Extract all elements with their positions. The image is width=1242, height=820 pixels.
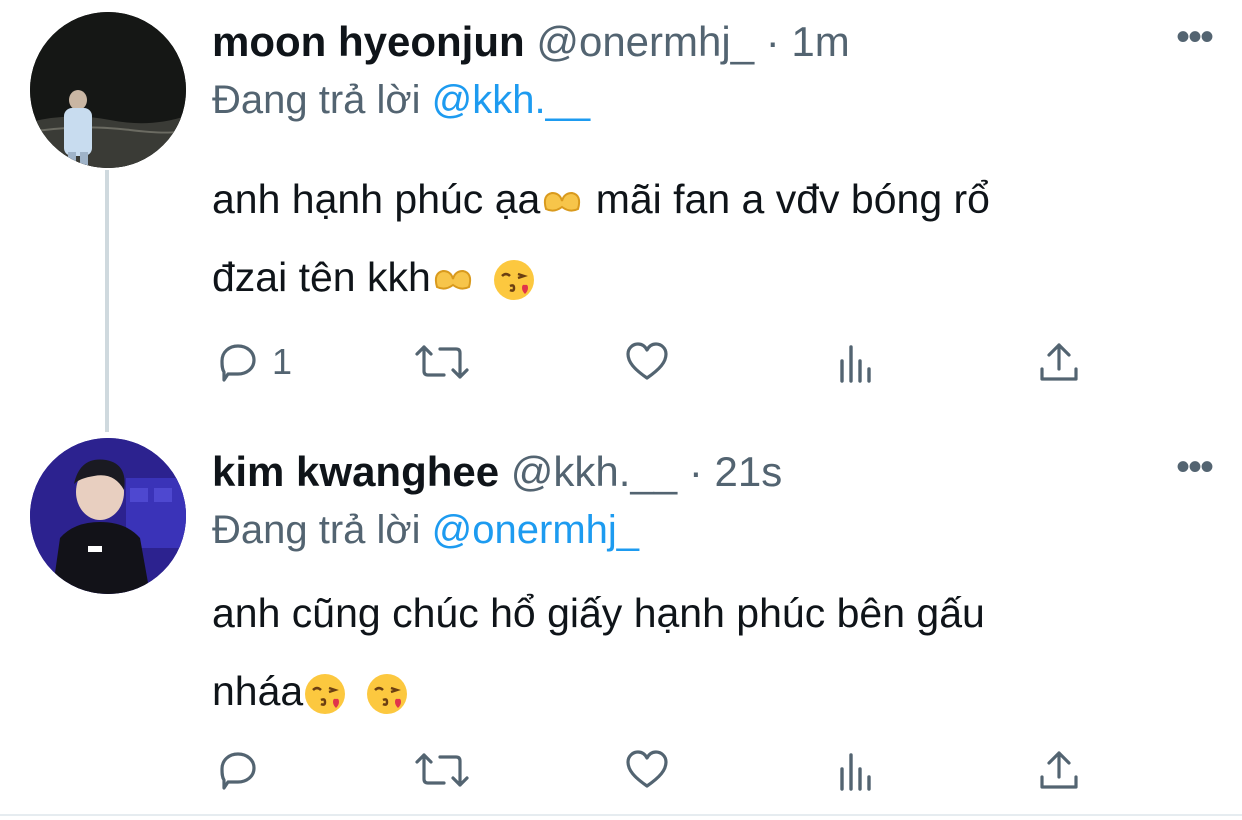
share-button[interactable] — [1036, 338, 1082, 386]
more-options-button[interactable]: ••• — [1176, 17, 1214, 57]
retweet-icon — [415, 345, 469, 379]
tweet-text: anh cũng chúc hổ giấy hạnh phúc bên gấu … — [212, 574, 1172, 730]
tweet-text: anh hạnh phúc ạa mãi fan a vđv bóng rổ đ… — [212, 160, 1172, 316]
separator-dot: · — [765, 18, 780, 65]
reply-icon — [220, 752, 256, 790]
like-icon — [626, 342, 668, 380]
tweet-1[interactable]: moon hyeonjun @onermhj_ · 1m ••• Đang tr… — [0, 0, 1242, 410]
share-icon — [1040, 343, 1078, 381]
like-button[interactable] — [624, 338, 670, 386]
views-button[interactable] — [834, 746, 880, 794]
retweet-button[interactable] — [414, 746, 470, 794]
views-button[interactable] — [834, 338, 880, 386]
display-name[interactable]: kim kwanghee — [212, 448, 499, 495]
like-button[interactable] — [624, 746, 670, 794]
separator-dot: · — [688, 448, 703, 495]
face-blowing-kiss-emoji-icon — [366, 674, 407, 715]
tweet-text-line1: anh cũng chúc hổ giấy hạnh phúc bên gấu — [212, 590, 985, 636]
retweet-icon — [415, 753, 469, 787]
views-icon — [840, 345, 871, 383]
tweet-actions: 1 — [214, 338, 1094, 386]
face-blowing-kiss-emoji-icon — [494, 260, 535, 301]
avatar-photo — [30, 12, 186, 168]
tweet-text-line1: anh hạnh phúc ạa — [212, 176, 541, 222]
tweet-actions — [214, 746, 1094, 794]
replying-to-label: Đang trả lời — [212, 78, 432, 122]
more-options-button[interactable]: ••• — [1176, 447, 1214, 487]
timestamp[interactable]: 1m — [791, 18, 849, 65]
reply-button[interactable] — [214, 746, 272, 794]
tweet-text-line2: nháa — [212, 668, 304, 714]
user-handle[interactable]: @onermhj_ — [536, 18, 754, 65]
user-handle[interactable]: @kkh.__ — [511, 448, 677, 495]
replying-to-label: Đang trả lời — [212, 508, 432, 552]
heart-hands-emoji-icon — [434, 270, 471, 290]
tweet-header: kim kwanghee @kkh.__ · 21s — [212, 448, 782, 496]
reply-mention-link[interactable]: @kkh.__ — [432, 78, 590, 122]
views-icon — [840, 753, 871, 791]
tweet-2[interactable]: kim kwanghee @kkh.__ · 21s ••• Đang trả … — [0, 430, 1242, 818]
share-icon — [1040, 751, 1078, 789]
avatar-photo — [30, 438, 186, 594]
reply-icon — [220, 344, 256, 382]
display-name[interactable]: moon hyeonjun — [212, 18, 525, 65]
face-blowing-kiss-emoji-icon — [305, 674, 346, 715]
reply-count: 1 — [272, 341, 293, 382]
tweet-text-line1b: mãi fan a vđv bóng rổ — [584, 176, 990, 222]
divider — [0, 814, 1242, 816]
like-icon — [626, 750, 668, 788]
heart-hands-emoji-icon — [544, 192, 581, 212]
share-button[interactable] — [1036, 746, 1082, 794]
reply-button[interactable]: 1 — [214, 338, 292, 386]
tweet-header: moon hyeonjun @onermhj_ · 1m — [212, 18, 850, 66]
avatar-kim-kwanghee[interactable] — [30, 438, 186, 594]
avatar-moon-hyeonjun[interactable] — [30, 12, 186, 168]
retweet-button[interactable] — [414, 338, 470, 386]
reply-mention-link[interactable]: @onermhj_ — [432, 508, 639, 552]
replying-to: Đang trả lời @onermhj_ — [212, 506, 639, 554]
tweet-text-line2: đzai tên kkh — [212, 254, 431, 300]
replying-to: Đang trả lời @kkh.__ — [212, 76, 590, 124]
timestamp[interactable]: 21s — [715, 448, 783, 495]
